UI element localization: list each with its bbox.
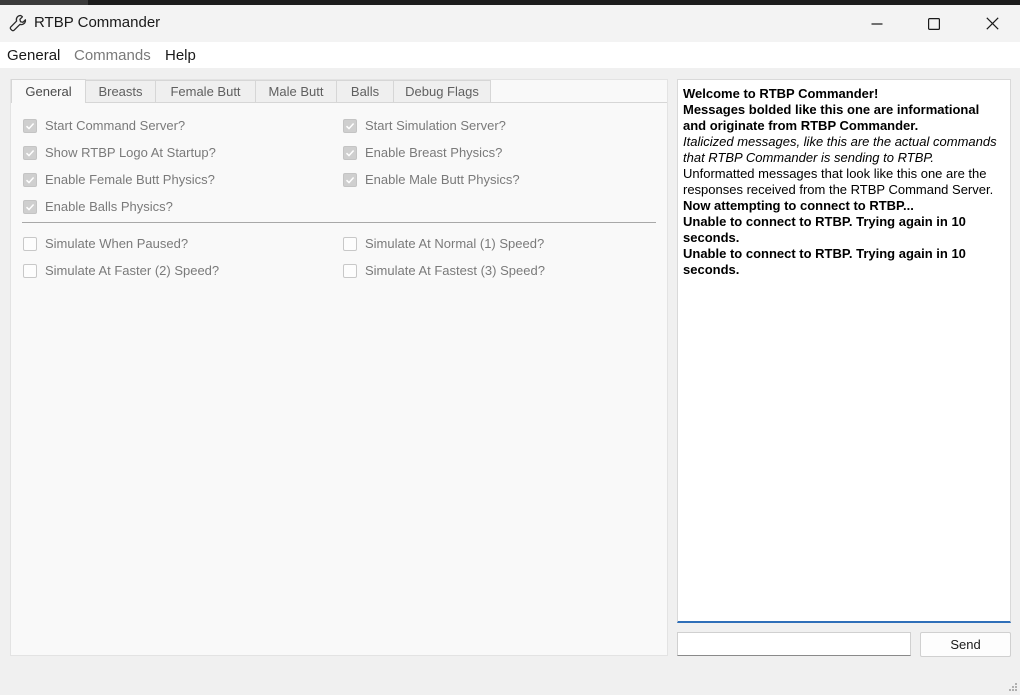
log-message: Now attempting to connect to RTBP...: [683, 198, 914, 213]
maximize-button[interactable]: [905, 5, 963, 42]
simulate-when-paused-checkbox[interactable]: Simulate When Paused?: [23, 236, 188, 251]
checkbox-label: Enable Male Butt Physics?: [365, 172, 520, 187]
wrench-icon: [9, 14, 27, 32]
checkbox-box: [23, 236, 37, 251]
checkbox-label: Show RTBP Logo At Startup?: [45, 145, 216, 160]
menu-commands[interactable]: Commands: [74, 47, 151, 64]
checkbox-box: [343, 236, 357, 251]
tab-general[interactable]: General: [11, 79, 86, 103]
section-divider: [22, 222, 656, 223]
check-icon: [23, 172, 37, 187]
checkbox-label: Simulate At Normal (1) Speed?: [365, 236, 545, 251]
start-command-server-checkbox[interactable]: Start Command Server?: [23, 118, 185, 133]
tab-debug-flags[interactable]: Debug Flags: [393, 80, 491, 102]
checkbox-label: Start Simulation Server?: [365, 118, 506, 133]
start-simulation-server-checkbox[interactable]: Start Simulation Server?: [343, 118, 506, 133]
menu-help[interactable]: Help: [165, 47, 196, 64]
command-input[interactable]: [677, 632, 911, 656]
checkbox-label: Enable Breast Physics?: [365, 145, 503, 160]
checkbox-label: Simulate At Fastest (3) Speed?: [365, 263, 545, 278]
simulate-faster-speed-checkbox[interactable]: Simulate At Faster (2) Speed?: [23, 263, 219, 278]
check-icon: [23, 199, 37, 214]
checkbox-box: [343, 263, 357, 278]
simulate-normal-speed-checkbox[interactable]: Simulate At Normal (1) Speed?: [343, 236, 544, 251]
minimize-icon: [871, 18, 883, 30]
tab-balls[interactable]: Balls: [336, 80, 394, 102]
close-button[interactable]: [963, 5, 1020, 42]
menu-general[interactable]: General: [7, 47, 60, 64]
check-icon: [343, 145, 357, 160]
checkbox-label: Enable Balls Physics?: [45, 199, 173, 214]
log-message: Messages bolded like this one are inform…: [683, 102, 980, 133]
checkbox-label: Start Command Server?: [45, 118, 186, 133]
send-button[interactable]: Send: [920, 632, 1011, 657]
maximize-icon: [928, 17, 940, 30]
checkbox-box: [23, 263, 37, 278]
tab-female-butt[interactable]: Female Butt: [155, 80, 256, 102]
log-message: Italicized messages, like this are the a…: [683, 134, 997, 165]
check-icon: [343, 172, 357, 187]
enable-balls-physics-checkbox[interactable]: Enable Balls Physics?: [23, 199, 173, 214]
enable-female-butt-physics-checkbox[interactable]: Enable Female Butt Physics?: [23, 172, 215, 187]
enable-male-butt-physics-checkbox[interactable]: Enable Male Butt Physics?: [343, 172, 520, 187]
close-icon: [985, 17, 999, 30]
checkbox-label: Simulate When Paused?: [45, 236, 189, 251]
show-logo-checkbox[interactable]: Show RTBP Logo At Startup?: [23, 145, 216, 160]
log-message: Unable to connect to RTBP. Trying again …: [683, 214, 966, 245]
check-icon: [23, 118, 37, 133]
enable-breast-physics-checkbox[interactable]: Enable Breast Physics?: [343, 145, 502, 160]
check-icon: [23, 145, 37, 160]
message-log[interactable]: Welcome to RTBP Commander! Messages bold…: [677, 79, 1011, 623]
simulate-fastest-speed-checkbox[interactable]: Simulate At Fastest (3) Speed?: [343, 263, 545, 278]
resize-grip-icon[interactable]: [1008, 681, 1018, 691]
log-message: Unformatted messages that look like this…: [683, 166, 994, 197]
tab-breasts[interactable]: Breasts: [85, 80, 156, 102]
log-message: Welcome to RTBP Commander!: [683, 86, 879, 101]
minimize-button[interactable]: [848, 5, 906, 42]
menu-bar: General Commands Help: [0, 42, 1020, 68]
checkbox-label: Enable Female Butt Physics?: [45, 172, 215, 187]
log-message: Unable to connect to RTBP. Trying again …: [683, 246, 966, 277]
check-icon: [343, 118, 357, 133]
checkbox-label: Simulate At Faster (2) Speed?: [45, 263, 220, 278]
window-title: RTBP Commander: [34, 14, 161, 31]
tab-male-butt[interactable]: Male Butt: [255, 80, 337, 102]
title-bar: RTBP Commander: [0, 5, 1020, 42]
